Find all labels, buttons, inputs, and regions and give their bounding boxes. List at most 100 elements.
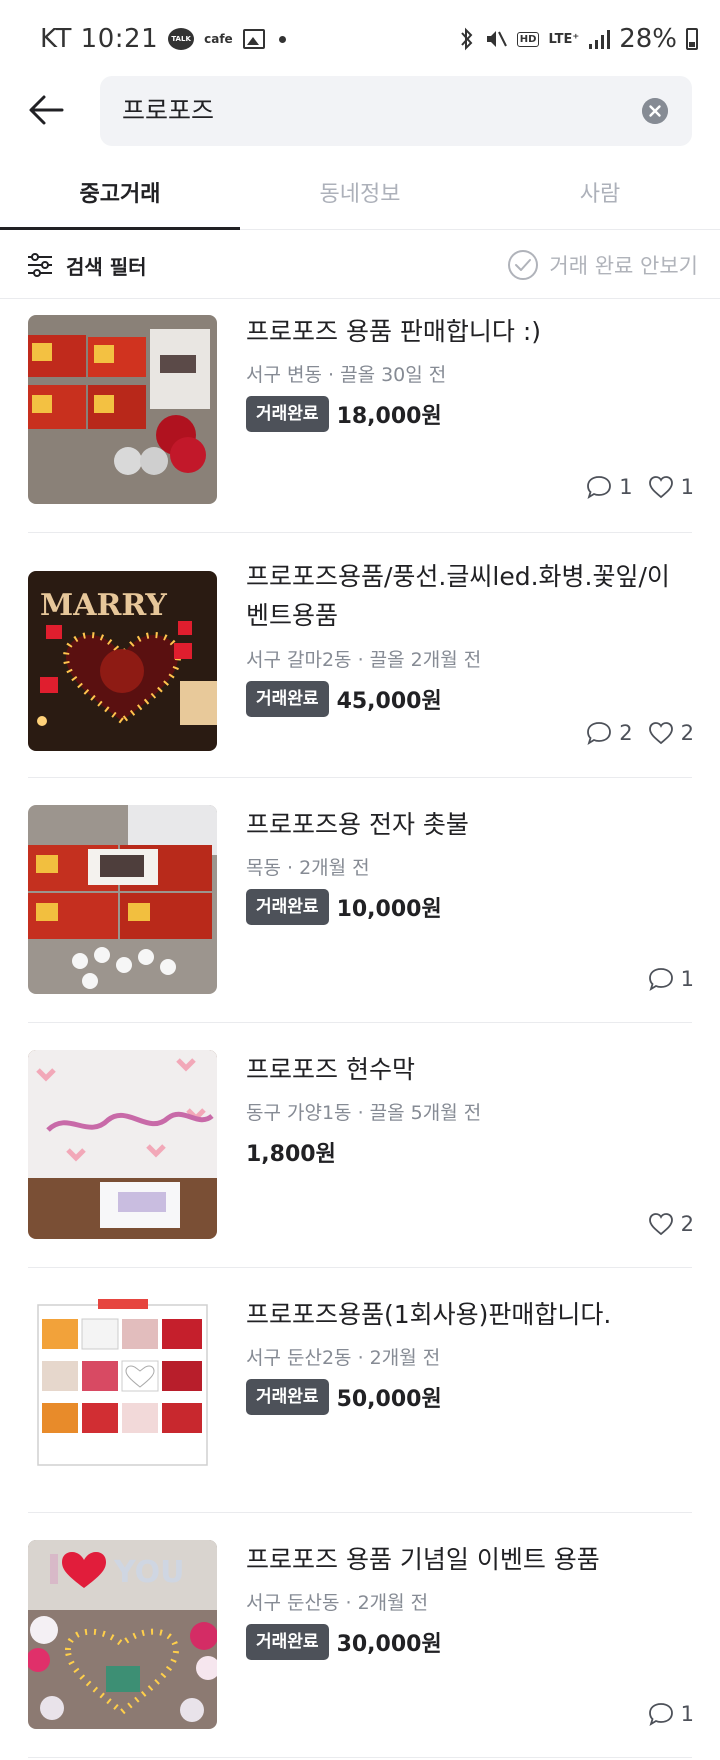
bluetooth-icon bbox=[461, 27, 473, 51]
item-location: 서구 둔산동 bbox=[246, 1592, 340, 1614]
filter-sliders-icon bbox=[28, 253, 52, 277]
signal-icon bbox=[589, 30, 611, 49]
heart-icon bbox=[648, 476, 673, 499]
chat-bubble-icon bbox=[648, 968, 673, 991]
back-arrow-icon[interactable] bbox=[26, 90, 66, 130]
item-location: 동구 가양1동 bbox=[246, 1102, 352, 1124]
list-item[interactable]: 프로포즈 현수막 동구 가양1동 · 끌올 5개월 전 1,800원 2 bbox=[0, 1023, 720, 1268]
product-thumbnail: MARRY bbox=[28, 571, 217, 751]
item-time: 끌올 30일 전 bbox=[340, 364, 447, 386]
search-input[interactable]: 프로포즈 bbox=[100, 76, 692, 146]
status-badge: 거래완료 bbox=[246, 1379, 329, 1415]
tab-secondhand[interactable]: 중고거래 bbox=[0, 160, 240, 230]
item-counts: 2 bbox=[647, 1209, 694, 1239]
list-item[interactable]: 프로포즈 용품 판매합니다 :) 서구 변동 · 끌올 30일 전 거래완료 1… bbox=[0, 300, 720, 533]
item-time: 끌올 5개월 전 bbox=[369, 1102, 482, 1124]
item-price: 1,800원 bbox=[246, 1142, 336, 1167]
item-time: 2개월 전 bbox=[369, 1347, 441, 1369]
tab-local-info[interactable]: 동네정보 bbox=[240, 160, 480, 229]
list-item[interactable]: 프로포즈용품(1회사용)판매합니다. 서구 둔산2동 · 2개월 전 거래완료 … bbox=[0, 1268, 720, 1513]
item-location: 서구 둔산2동 bbox=[246, 1347, 352, 1369]
check-circle-icon bbox=[508, 250, 539, 280]
item-counts: 2 2 bbox=[585, 718, 694, 748]
clear-icon[interactable] bbox=[642, 98, 668, 124]
list-item[interactable]: YOU 프로포즈 용품 기념일 이벤트 용품 서구 둔산동 · 2개월 전 거래… bbox=[0, 1513, 720, 1758]
item-title: 프로포즈용품(1회사용)판매합니다. bbox=[246, 1300, 612, 1329]
filter-row: 검색 필터 거래 완료 안보기 bbox=[0, 231, 720, 299]
comment-count: 1 bbox=[680, 1702, 694, 1726]
product-thumbnail bbox=[28, 1295, 217, 1484]
item-price-row: 거래완료 45,000원 bbox=[246, 681, 442, 717]
comment-count: 1 bbox=[619, 475, 633, 499]
like-count: 1 bbox=[680, 475, 694, 499]
item-price: 10,000원 bbox=[336, 897, 442, 922]
item-title: 프로포즈 현수막 bbox=[246, 1055, 415, 1084]
product-thumbnail bbox=[28, 1050, 217, 1239]
status-badge: 거래완료 bbox=[246, 889, 329, 925]
item-counts: 1 1 bbox=[585, 472, 694, 502]
search-header: 프로포즈 bbox=[0, 76, 720, 148]
item-price-row: 1,800원 bbox=[246, 1134, 336, 1170]
battery-percent: 28% bbox=[619, 24, 677, 54]
chat-bubble-icon bbox=[587, 722, 612, 745]
svg-text:YOU: YOU bbox=[113, 1555, 185, 1590]
item-title: 프로포즈용 전자 촛불 bbox=[246, 810, 469, 839]
battery-icon bbox=[686, 28, 698, 50]
item-meta: 동구 가양1동 · 끌올 5개월 전 bbox=[246, 1102, 482, 1124]
status-badge: 거래완료 bbox=[246, 681, 329, 717]
product-thumbnail: YOU bbox=[28, 1540, 217, 1729]
item-meta: 서구 둔산2동 · 2개월 전 bbox=[246, 1347, 441, 1369]
item-counts: 1 bbox=[647, 964, 694, 994]
comment-count: 2 bbox=[619, 721, 633, 745]
chat-bubble-icon bbox=[587, 476, 612, 499]
product-thumbnail bbox=[28, 805, 217, 994]
hide-completed-label: 거래 완료 안보기 bbox=[549, 254, 698, 278]
item-meta: 목동 · 2개월 전 bbox=[246, 857, 370, 879]
heart-icon bbox=[648, 1213, 673, 1236]
gallery-icon bbox=[242, 29, 265, 49]
item-title: 프로포즈용품/풍선.글씨led.화병.꽃잎/이벤트용품 bbox=[246, 562, 670, 630]
tab-people[interactable]: 사람 bbox=[480, 160, 720, 229]
more-notifications-icon bbox=[278, 35, 286, 43]
comment-count: 1 bbox=[680, 967, 694, 991]
item-meta: 서구 갈마2동 · 끌올 2개월 전 bbox=[246, 649, 482, 671]
status-badge: 거래완료 bbox=[246, 396, 329, 432]
filter-label: 검색 필터 bbox=[66, 254, 147, 279]
hide-completed-toggle[interactable]: 거래 완료 안보기 bbox=[507, 247, 698, 283]
item-counts: 1 bbox=[647, 1699, 694, 1729]
status-bar: KT 10:21 TALK cafe HD LTE⁺ 28% bbox=[0, 0, 720, 76]
item-location: 서구 변동 bbox=[246, 364, 322, 386]
item-price: 18,000원 bbox=[336, 404, 442, 429]
search-filter-button[interactable]: 검색 필터 bbox=[26, 247, 147, 283]
item-title: 프로포즈 용품 판매합니다 :) bbox=[246, 317, 542, 346]
item-price: 50,000원 bbox=[336, 1387, 442, 1412]
item-location: 서구 갈마2동 bbox=[246, 649, 352, 671]
chat-bubble-icon bbox=[648, 1703, 673, 1726]
heart-icon bbox=[648, 722, 673, 745]
item-location: 목동 bbox=[246, 857, 281, 879]
item-price-row: 거래완료 10,000원 bbox=[246, 889, 442, 925]
like-count: 2 bbox=[680, 721, 694, 745]
mute-icon bbox=[486, 31, 507, 47]
like-count: 2 bbox=[680, 1212, 694, 1236]
lte-icon: LTE⁺ bbox=[548, 31, 580, 47]
item-price: 30,000원 bbox=[336, 1632, 442, 1657]
item-price-row: 거래완료 50,000원 bbox=[246, 1379, 442, 1415]
item-meta: 서구 둔산동 · 2개월 전 bbox=[246, 1592, 429, 1614]
status-badge: 거래완료 bbox=[246, 1624, 329, 1660]
list-item[interactable]: MARRY 프로포즈용품/풍선.글씨led.화병.꽃잎/이벤트용품 서구 갈마2… bbox=[0, 533, 720, 778]
item-time: 끌올 2개월 전 bbox=[369, 649, 482, 671]
divider bbox=[28, 1757, 692, 1758]
item-title: 프로포즈 용품 기념일 이벤트 용품 bbox=[246, 1545, 600, 1574]
list-item[interactable]: 프로포즈용 전자 촛불 목동 · 2개월 전 거래완료 10,000원 1 bbox=[0, 778, 720, 1023]
item-time: 2개월 전 bbox=[357, 1592, 429, 1614]
status-time: KT 10:21 bbox=[40, 24, 159, 54]
search-tabs: 중고거래 동네정보 사람 bbox=[0, 160, 720, 230]
search-query: 프로포즈 bbox=[122, 96, 215, 125]
product-thumbnail bbox=[28, 315, 217, 504]
item-meta: 서구 변동 · 끌올 30일 전 bbox=[246, 364, 447, 386]
item-price-row: 거래완료 30,000원 bbox=[246, 1624, 442, 1660]
cafe-icon: cafe bbox=[204, 32, 233, 46]
kakaotalk-icon: TALK bbox=[168, 28, 195, 50]
marry-sign-text: MARRY bbox=[40, 588, 167, 623]
